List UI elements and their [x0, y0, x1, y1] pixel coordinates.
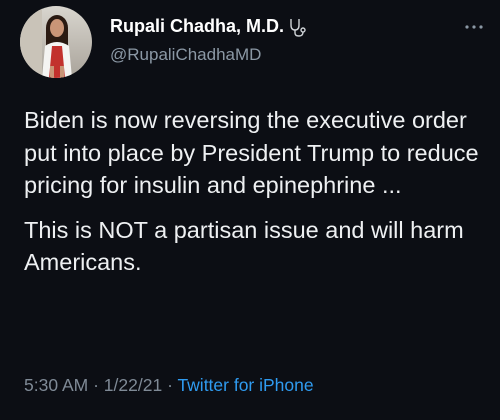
tweet-meta: 5:30 AM · 1/22/21 · Twitter for iPhone	[24, 375, 314, 396]
author-handle[interactable]: @RupaliChadhaMD	[110, 45, 261, 65]
profile-photo	[20, 6, 92, 78]
meta-separator: ·	[167, 375, 173, 395]
meta-separator: ·	[93, 375, 99, 395]
tweet-paragraph: Biden is now reversing the executive ord…	[24, 107, 479, 198]
author-name-row[interactable]: Rupali Chadha, M.D.	[110, 16, 307, 37]
tweet-paragraph: This is NOT a partisan issue and will ha…	[24, 216, 464, 276]
tweet-time[interactable]: 5:30 AM	[24, 375, 88, 395]
stethoscope-icon	[290, 18, 306, 37]
more-options-icon[interactable]	[463, 22, 485, 32]
tweet-header: Rupali Chadha, M.D. @RupaliChadhaMD	[20, 6, 485, 80]
tweet-date[interactable]: 1/22/21	[104, 375, 162, 395]
avatar[interactable]	[20, 6, 92, 78]
tweet-card: Rupali Chadha, M.D. @RupaliChadhaMD Bide…	[0, 0, 500, 420]
tweet-source-link[interactable]: Twitter for iPhone	[177, 375, 313, 395]
author-display-name[interactable]: Rupali Chadha, M.D.	[110, 16, 284, 37]
tweet-body: Biden is now reversing the executive ord…	[24, 104, 484, 279]
